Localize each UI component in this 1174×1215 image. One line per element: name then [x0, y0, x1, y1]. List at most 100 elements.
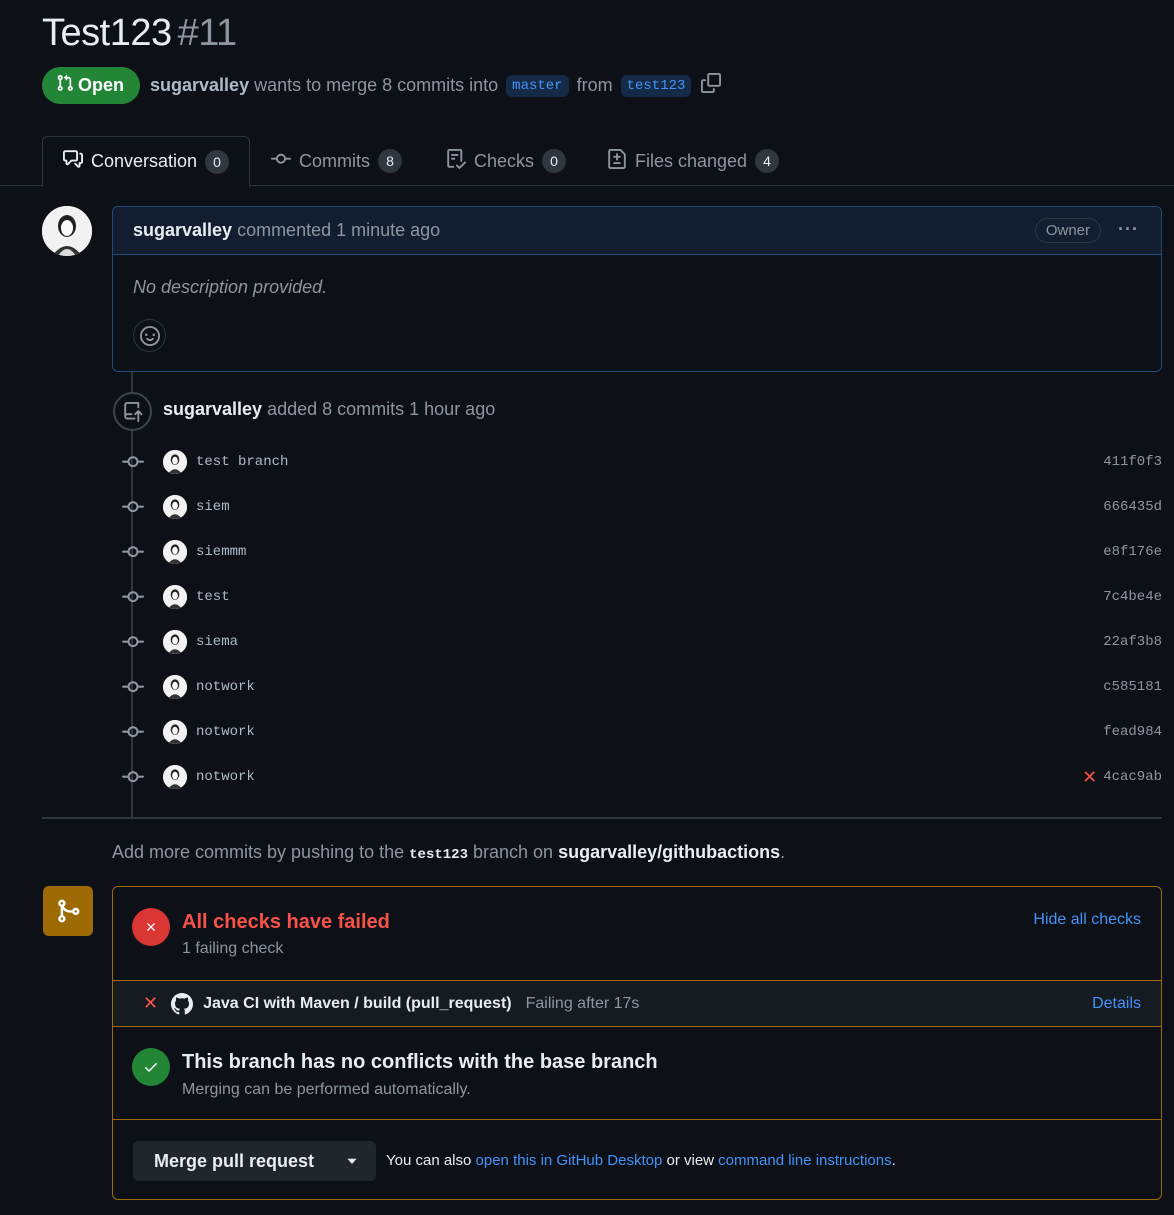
comment-author[interactable]: sugarvalley: [133, 220, 232, 241]
copy-icon[interactable]: [701, 73, 722, 98]
checks-title: All checks have failed: [182, 911, 390, 933]
no-conflicts-title: This branch has no conflicts with the ba…: [182, 1051, 658, 1073]
tab-files-label: Files changed: [635, 150, 748, 171]
command-line-link[interactable]: command line instructions: [718, 1152, 891, 1169]
commit-author-avatar[interactable]: [163, 540, 187, 564]
tab-checks-count: 0: [542, 149, 567, 173]
commit-author-avatar[interactable]: [163, 720, 187, 744]
owner-badge: Owner: [1034, 218, 1101, 243]
hide-checks-button[interactable]: Hide all checks: [1033, 911, 1141, 929]
commit-message-link[interactable]: test: [196, 589, 230, 605]
commit-icon: [120, 586, 146, 608]
commit-row: test 7c4be4e: [120, 582, 1162, 612]
commit-sha-group: 666435d: [1103, 499, 1162, 515]
commit-sha-group: 411f0f3: [1103, 454, 1162, 470]
commit-sha-group: ✕ 4cac9ab: [1082, 767, 1162, 788]
check-status: Failing after 17s: [525, 994, 640, 1012]
check-name: Java CI with Maven / build (pull_request…: [203, 994, 512, 1012]
hint-suffix: .: [780, 842, 786, 862]
commit-author-avatar[interactable]: [163, 630, 187, 654]
commit-icon: [120, 766, 146, 788]
commit-sha-group: 22af3b8: [1103, 634, 1162, 650]
commit-sha-link[interactable]: 411f0f3: [1103, 454, 1162, 470]
commit-icon: [271, 149, 291, 174]
commit-icon: [120, 496, 146, 518]
commit-message-link[interactable]: notwork: [196, 724, 255, 740]
commit-author-avatar[interactable]: [163, 765, 187, 789]
commit-message-link[interactable]: siem: [196, 499, 230, 515]
commit-author-avatar[interactable]: [163, 675, 187, 699]
event-author[interactable]: sugarvalley: [163, 399, 262, 419]
pr-summary: wants to merge 8 commits into: [254, 75, 499, 95]
push-hint: Add more commits by pushing to the test1…: [112, 842, 785, 863]
comment-time[interactable]: 1 minute ago: [336, 220, 440, 241]
tab-files-count: 4: [755, 149, 780, 173]
conversation-icon: [63, 149, 83, 174]
commit-message-link[interactable]: siemmm: [196, 544, 246, 560]
commit-row: siemmm e8f176e: [120, 537, 1162, 567]
check-row: ✕ Java CI with Maven / build (pull_reque…: [113, 980, 1161, 1027]
fail-x-icon[interactable]: ✕: [1082, 767, 1097, 788]
smiley-icon[interactable]: [133, 319, 166, 352]
merge-button-label: Merge pull request: [154, 1150, 315, 1171]
commit-sha-link[interactable]: 22af3b8: [1103, 634, 1162, 650]
head-branch[interactable]: test123: [620, 74, 692, 97]
tab-files-changed[interactable]: Files changed 4: [587, 136, 799, 186]
check-details-link[interactable]: Details: [1092, 995, 1141, 1013]
chevron-down-icon[interactable]: [328, 1155, 376, 1167]
file-diff-icon: [607, 148, 627, 174]
commit-message-link[interactable]: notwork: [196, 679, 255, 695]
hint-prefix: Add more commits by pushing to the: [112, 842, 405, 862]
commit-sha-link[interactable]: 7c4be4e: [1103, 589, 1162, 605]
merge-note-prefix: You can also: [386, 1152, 472, 1169]
commit-message-link[interactable]: test branch: [196, 454, 288, 470]
tab-conversation-count: 0: [205, 149, 230, 174]
state-label: Open: [78, 75, 125, 95]
commit-sha-group: c585181: [1103, 679, 1162, 695]
tab-commits[interactable]: Commits 8: [251, 136, 422, 186]
no-conflicts-subtitle: Merging can be performed automatically.: [182, 1081, 471, 1098]
comment-box: sugarvalley commented 1 minute ago Owner…: [112, 206, 1162, 372]
fail-x-icon: ✕: [143, 993, 159, 1014]
commit-sha-link[interactable]: 4cac9ab: [1103, 769, 1162, 785]
commit-sha-link[interactable]: fead984: [1103, 724, 1162, 740]
commit-author-avatar[interactable]: [163, 495, 187, 519]
checks-subtitle: 1 failing check: [182, 940, 284, 957]
tab-conversation-label: Conversation: [91, 151, 198, 171]
commit-sha-link[interactable]: 666435d: [1103, 499, 1162, 515]
tab-checks[interactable]: Checks 0: [426, 136, 586, 186]
commit-row: test branch 411f0f3: [120, 447, 1162, 477]
pr-number: #11: [177, 12, 238, 54]
commit-row: notwork c585181: [120, 672, 1162, 702]
merge-note-middle: or view: [666, 1152, 714, 1169]
tab-checks-label: Checks: [474, 150, 535, 171]
commit-icon: [120, 541, 146, 563]
tab-conversation[interactable]: Conversation 0: [42, 136, 250, 187]
commit-author-avatar[interactable]: [163, 585, 187, 609]
commit-sha-group: e8f176e: [1103, 544, 1162, 560]
pr-title-text: Test123: [42, 12, 172, 54]
git-merge-icon: [43, 886, 93, 936]
commit-message-link[interactable]: siema: [196, 634, 238, 650]
commit-row: siem 666435d: [120, 492, 1162, 522]
hint-middle: branch on: [472, 842, 554, 862]
hint-repo-link[interactable]: sugarvalley/githubactions: [558, 842, 780, 862]
github-icon: [171, 992, 194, 1015]
base-branch[interactable]: master: [506, 74, 569, 97]
kebab-icon[interactable]: ···: [1118, 219, 1139, 240]
commit-icon: [120, 631, 146, 653]
merge-pull-request-button[interactable]: Merge pull request: [133, 1141, 376, 1181]
commit-sha-link[interactable]: e8f176e: [1103, 544, 1162, 560]
commit-sha-link[interactable]: c585181: [1103, 679, 1162, 695]
pr-author-link[interactable]: sugarvalley: [150, 75, 249, 96]
github-desktop-link[interactable]: open this in GitHub Desktop: [476, 1152, 663, 1169]
commit-row: notwork fead984: [120, 717, 1162, 747]
comment-body: No description provided.: [133, 277, 328, 297]
commit-icon: [120, 676, 146, 698]
commit-message-link[interactable]: notwork: [196, 769, 255, 785]
pr-title: Test123 #11: [42, 12, 237, 55]
avatar[interactable]: [42, 206, 92, 256]
commit-sha-group: 7c4be4e: [1103, 589, 1162, 605]
commit-author-avatar[interactable]: [163, 450, 187, 474]
fail-circle-icon: [132, 908, 170, 946]
